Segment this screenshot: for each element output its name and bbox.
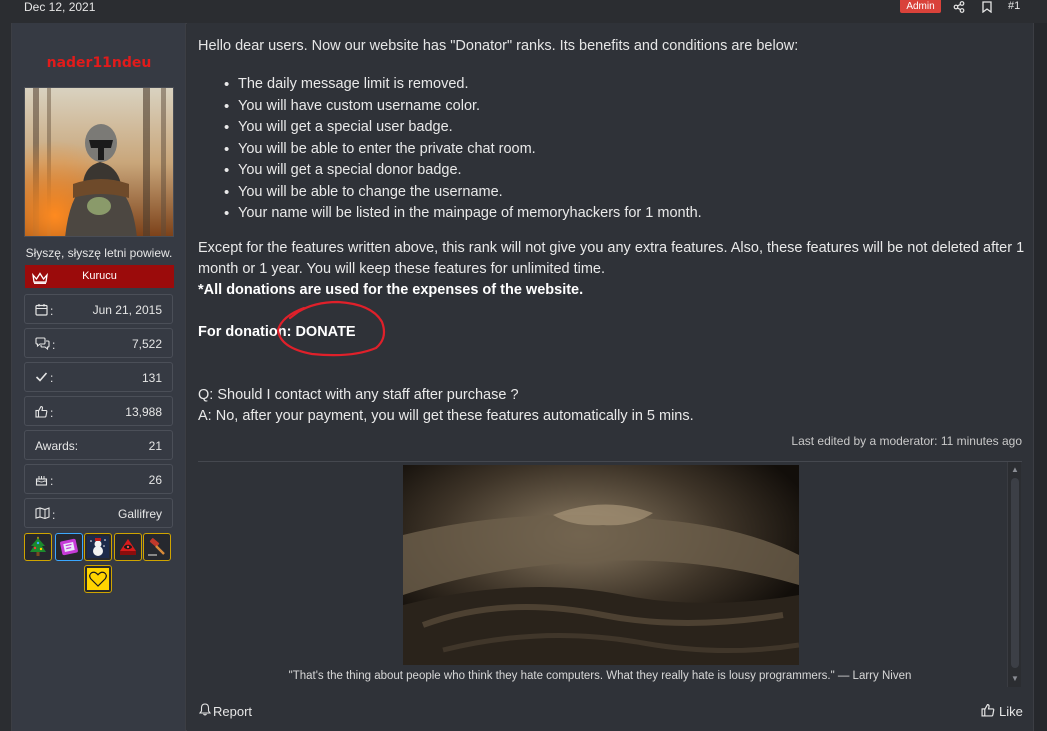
stat-location: : Gallifrey — [24, 498, 173, 528]
stat-value: 26 — [148, 473, 162, 487]
benefits-list: The daily message limit is removed. You … — [224, 74, 702, 225]
last-edited: Last edited by a moderator: 11 minutes a… — [791, 434, 1022, 448]
crown-icon — [32, 270, 48, 284]
stat-value: 131 — [141, 371, 162, 385]
stat-value: 7,522 — [131, 337, 162, 351]
list-item: You will get a special user badge. — [224, 117, 702, 139]
ticket-award-icon[interactable] — [55, 533, 83, 561]
stat-joined: : Jun 21, 2015 — [24, 294, 173, 324]
post-header: Dec 12, 2021 Admin #1 — [0, 0, 1047, 22]
stat-messages: : 7,522 — [24, 328, 173, 358]
stat-value: 13,988 — [125, 405, 162, 419]
list-item: Your name will be listed in the mainpage… — [224, 203, 702, 225]
user-custom-title: Słyszę, słyszę letni powiew. — [25, 246, 173, 260]
report-label: Report — [213, 703, 253, 719]
gavel-award-icon[interactable] — [143, 533, 171, 561]
rank-label: Kurucu — [82, 270, 117, 282]
red-badge-award-icon[interactable] — [114, 533, 142, 561]
signature-scrollbar[interactable]: ▲ ▼ — [1007, 462, 1021, 687]
post-paragraph: Except for the features written above, t… — [198, 240, 1025, 277]
scroll-thumb[interactable] — [1011, 478, 1019, 668]
username-link[interactable]: nader11ndeu — [12, 55, 186, 71]
stat-value: 21 — [148, 439, 162, 453]
faq-question: Q: Should I contact with any staff after… — [198, 387, 519, 403]
post-intro: Hello dear users. Now our website has "D… — [198, 38, 799, 54]
scroll-up-icon[interactable]: ▲ — [1010, 465, 1020, 475]
list-item: You will get a special donor badge. — [224, 160, 702, 182]
stat-awards[interactable]: Awards: 21 — [24, 430, 173, 460]
annotation-circle — [276, 300, 386, 357]
stat-label: : — [50, 304, 54, 318]
signature-image — [403, 465, 799, 665]
stat-age: : 26 — [24, 464, 173, 494]
list-item: The daily message limit is removed. — [224, 74, 702, 96]
stat-label: : — [52, 338, 56, 352]
stat-label: : — [52, 507, 56, 522]
check-icon — [35, 371, 48, 385]
bell-icon — [198, 703, 212, 719]
stat-value: Jun 21, 2015 — [92, 303, 162, 317]
admin-badge: Admin — [900, 0, 941, 13]
thumbs-up-icon — [35, 405, 48, 421]
bookmark-icon[interactable] — [980, 0, 994, 13]
stat-label: : — [50, 474, 54, 488]
scroll-down-icon[interactable]: ▼ — [1010, 674, 1020, 684]
post-date[interactable]: Dec 12, 2021 — [24, 0, 95, 14]
stat-label: Awards: — [35, 439, 79, 453]
map-icon — [35, 507, 50, 522]
calendar-icon — [35, 303, 48, 319]
stat-label: : — [50, 406, 54, 420]
post-number-link[interactable]: #1 — [1008, 0, 1020, 12]
signature-quote: "That's the thing about people who think… — [288, 670, 912, 682]
list-item: You will be able to change the username. — [224, 182, 702, 204]
share-icon[interactable] — [952, 0, 966, 13]
messages-icon — [35, 337, 50, 353]
thumbs-up-icon — [981, 703, 995, 720]
list-item: You will have custom username color. — [224, 96, 702, 118]
signature-divider — [198, 461, 1022, 462]
stat-reactions: : 13,988 — [24, 396, 173, 426]
avatar[interactable] — [24, 87, 174, 237]
rank-banner: Kurucu — [25, 265, 174, 288]
like-button[interactable]: Like — [981, 703, 1023, 720]
awards-row — [24, 533, 174, 593]
heart-award-icon[interactable] — [84, 565, 112, 593]
stat-value[interactable]: Gallifrey — [118, 507, 162, 521]
birthday-cake-icon — [35, 473, 48, 489]
christmas-tree-award-icon[interactable] — [24, 533, 52, 561]
stat-solutions: : 131 — [24, 362, 173, 392]
faq-answer: A: No, after your payment, you will get … — [198, 408, 694, 424]
report-button[interactable]: Report — [198, 703, 253, 719]
stat-label: : — [50, 371, 54, 385]
snowman-award-icon[interactable] — [84, 533, 112, 561]
list-item: You will be able to enter the private ch… — [224, 139, 702, 161]
page-edge — [1034, 23, 1047, 731]
like-label: Like — [999, 704, 1023, 719]
